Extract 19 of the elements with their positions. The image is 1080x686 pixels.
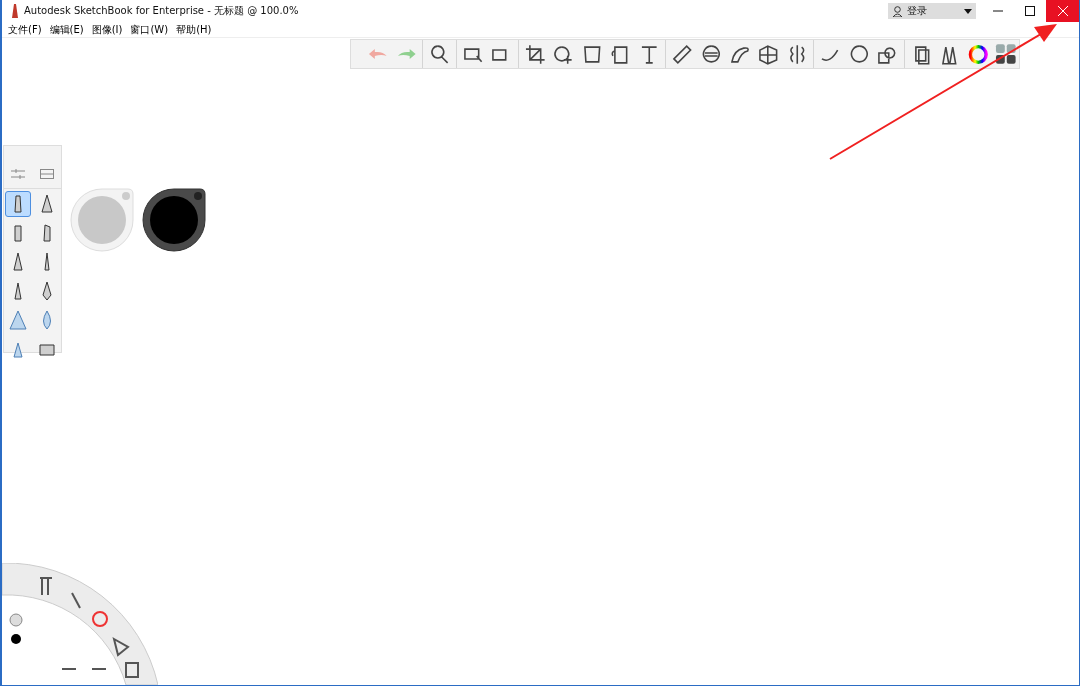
color-puck[interactable] [142, 188, 206, 252]
menu-item[interactable]: 窗口(W) [130, 22, 169, 37]
caret-icon [964, 8, 972, 14]
window-title: Autodesk SketchBook for Enterprise - 无标题 @ 100.0% [24, 4, 300, 18]
swatches-icon[interactable] [994, 41, 1019, 67]
menu-item[interactable]: 文件(F) [8, 22, 42, 37]
brush-icon[interactable] [5, 191, 32, 217]
menu-item[interactable]: 编辑(E) [49, 22, 84, 37]
brush-library-icon[interactable] [39, 169, 54, 179]
close-icon [1057, 6, 1068, 16]
menu-item[interactable]: 图像(I) [91, 22, 123, 37]
user-icon [892, 5, 903, 17]
app-icon [10, 4, 20, 18]
maximize-icon [1025, 6, 1035, 16]
close-button[interactable] [1046, 0, 1079, 22]
account-dropdown[interactable]: 登录 [888, 3, 976, 19]
sliders-icon[interactable] [11, 168, 26, 180]
lagoon-menu[interactable] [2, 563, 158, 685]
menu-item[interactable]: 帮助(H) [176, 22, 212, 37]
